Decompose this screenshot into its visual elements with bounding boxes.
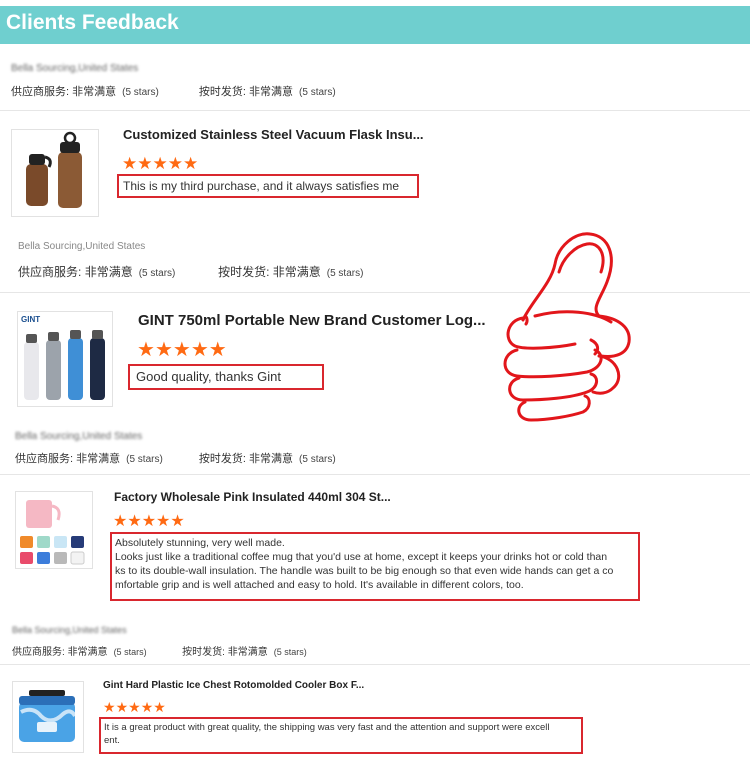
star-icon: ★ (122, 154, 138, 173)
star-rating: ★ ★ ★ ★ ★ (103, 700, 166, 714)
review-text-line: ent. (104, 735, 120, 746)
star-icon: ★ (208, 339, 227, 361)
star-icon: ★ (113, 513, 128, 530)
divider (0, 292, 750, 293)
star-icon: ★ (128, 699, 141, 715)
product-title[interactable]: Factory Wholesale Pink Insulated 440ml 3… (114, 490, 391, 504)
star-icon: ★ (156, 513, 171, 530)
review-text-box: This is my third purchase, and it always… (117, 174, 419, 198)
review-text-line: Looks just like a traditional coffee mug… (115, 551, 608, 563)
divider (0, 110, 750, 111)
product-title[interactable]: GINT 750ml Portable New Brand Customer L… (138, 312, 486, 329)
rating-row: 供应商服务: 非常满意 (5 stars) 按时发货: 非常满意 (5 stars) (11, 86, 336, 98)
star-icon: ★ (137, 339, 155, 361)
product-thumbnail[interactable]: GINT (17, 311, 113, 407)
review-text-box: Good quality, thanks Gint (128, 364, 324, 390)
star-icon: ★ (115, 699, 129, 715)
review-text-line: It is a great product with great quality… (104, 722, 550, 733)
star-icon: ★ (190, 339, 209, 361)
rating-row: 供应商服务: 非常满意 (5 stars) 按时发货: 非常满意 (5 stars) (12, 647, 307, 658)
divider (0, 664, 750, 665)
divider (0, 474, 750, 475)
buyer-name: Bella Sourcing,United States (12, 625, 127, 635)
product-thumbnail[interactable] (11, 129, 99, 217)
star-icon: ★ (170, 513, 185, 530)
star-icon: ★ (141, 513, 157, 530)
review-text-line: Absolutely stunning, very well made. (115, 537, 285, 549)
section-header: Clients Feedback (0, 6, 750, 44)
buyer-name: Bella Sourcing,United States (11, 63, 139, 74)
thumbs-up-icon (503, 232, 631, 422)
star-icon: ★ (167, 154, 183, 173)
star-icon: ★ (153, 699, 166, 715)
product-title[interactable]: Gint Hard Plastic Ice Chest Rotomolded C… (103, 680, 364, 691)
rating-row: 供应商服务: 非常满意 (5 stars) 按时发货: 非常满意 (5 stars) (15, 453, 336, 465)
rating-row: 供应商服务: 非常满意 (5 stars) 按时发货: 非常满意 (5 stars) (18, 265, 364, 279)
star-icon: ★ (154, 339, 173, 361)
section-title: Clients Feedback (6, 11, 179, 34)
review-text-box: Absolutely stunning, very well made. Loo… (110, 532, 640, 601)
review-text: Good quality, thanks Gint (136, 369, 282, 384)
buyer-name: Bella Sourcing,United States (18, 241, 146, 252)
star-icon: ★ (172, 339, 191, 361)
review-text-line: mfortable grip and is well attached and … (115, 579, 524, 591)
product-thumbnail[interactable] (12, 681, 84, 753)
star-icon: ★ (140, 699, 154, 715)
star-rating: ★ ★ ★ ★ ★ (113, 514, 185, 530)
star-icon: ★ (103, 699, 116, 715)
product-thumbnail[interactable] (15, 491, 93, 569)
star-icon: ★ (127, 513, 142, 530)
brand-logo: GINT (21, 315, 41, 324)
review-text-box: It is a great product with great quality… (99, 717, 583, 754)
product-title[interactable]: Customized Stainless Steel Vacuum Flask … (123, 127, 424, 142)
buyer-name: Bella Sourcing,United States (15, 431, 143, 442)
star-icon: ★ (152, 154, 168, 173)
star-rating: ★ ★ ★ ★ ★ (137, 340, 227, 360)
review-text-line: ks to its double-wall insulation. The ha… (115, 565, 614, 577)
review-text: This is my third purchase, and it always… (123, 179, 400, 193)
star-rating: ★ ★ ★ ★ ★ (122, 155, 198, 172)
star-icon: ★ (137, 154, 153, 173)
star-icon: ★ (183, 154, 199, 173)
